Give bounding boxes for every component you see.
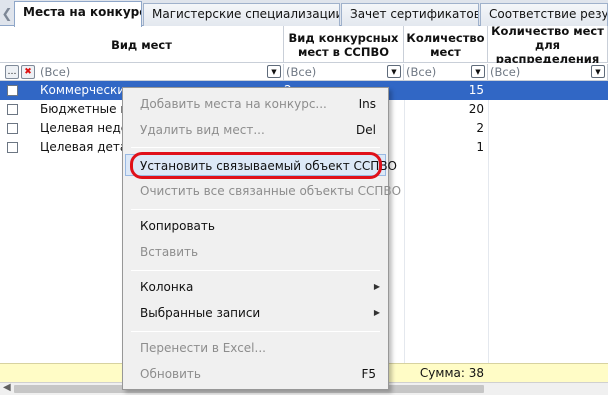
annotation-highlight — [130, 152, 382, 179]
menu-item-add-places[interactable]: Добавить места на конкурс... Ins — [125, 93, 386, 115]
row-kolichestvo: 1 — [476, 140, 484, 154]
chevron-down-icon[interactable]: ▼ — [267, 65, 281, 78]
menu-item-shortcut: Ins — [358, 97, 376, 111]
menu-item-copy[interactable]: Копировать — [125, 215, 386, 237]
menu-item-label: Выбранные записи — [140, 306, 261, 320]
row-kolichestvo: 20 — [468, 102, 484, 116]
menu-item-label: Вставить — [140, 245, 199, 259]
filter-kolichestvo[interactable]: (Все) ▼ — [404, 64, 488, 80]
menu-item-label: Колонка — [140, 280, 194, 294]
column-header-kolichestvo[interactable]: Количество мест — [404, 26, 488, 63]
menu-item-label: Копировать — [140, 219, 215, 233]
menu-separator — [131, 270, 380, 271]
submenu-arrow-icon: ▶ — [373, 308, 380, 317]
row-checkbox[interactable] — [7, 85, 18, 96]
sum-kolichestvo: Сумма: 38 — [419, 366, 484, 380]
filter-raspredelenie-value: (Все) — [490, 65, 521, 79]
column-header-konkurs-ssp[interactable]: Вид конкурсных мест в ССПВО — [284, 26, 404, 63]
filter-options-icon[interactable]: … — [5, 65, 19, 79]
submenu-arrow-icon: ▶ — [373, 282, 380, 291]
tab-magisterskie-specializacii[interactable]: Магистерские специализации — [143, 3, 340, 26]
filter-konkurs-ssp[interactable]: (Все) ▼ — [284, 64, 404, 80]
row-kolichestvo: 15 — [468, 83, 484, 97]
menu-item-label: Перенести в Excel... — [140, 341, 266, 355]
scroll-left-icon[interactable]: ◀ — [3, 382, 11, 393]
filter-raspredelenie[interactable]: (Все) ▼ — [488, 64, 608, 80]
chevron-down-icon[interactable]: ▼ — [387, 65, 401, 78]
menu-item-refresh[interactable]: Обновить F5 — [125, 363, 386, 385]
chevron-down-icon[interactable]: ▼ — [591, 65, 605, 78]
tab-strip: ❮ Места на конкурс Магистерские специали… — [0, 0, 608, 27]
menu-item-label: Обновить — [140, 367, 201, 381]
clear-filter-icon[interactable]: ✖ — [21, 65, 35, 79]
row-kolichestvo: 2 — [476, 121, 484, 135]
chevron-down-icon[interactable]: ▼ — [471, 65, 485, 78]
filter-vid-mest-value: (Все) — [40, 65, 71, 79]
row-checkbox[interactable] — [7, 142, 18, 153]
menu-item-column[interactable]: Колонка ▶ — [125, 276, 386, 298]
menu-separator — [131, 147, 380, 148]
menu-item-shortcut: F5 — [361, 367, 376, 381]
menu-item-label: Удалить вид мест... — [140, 123, 265, 137]
filter-vid-mest[interactable]: (Все) ▼ — [38, 64, 284, 80]
grid-header: Вид мест Вид конкурсных мест в ССПВО Кол… — [0, 24, 608, 66]
context-menu: Добавить места на конкурс... Ins Удалить… — [122, 87, 401, 390]
filter-kolichestvo-value: (Все) — [406, 65, 437, 79]
row-vid-mest: Коммерческие — [40, 83, 133, 97]
column-header-vid-mest[interactable]: Вид мест — [0, 26, 284, 63]
menu-separator — [131, 331, 380, 332]
tab-scroll-left-icon[interactable]: ❮ — [0, 3, 14, 25]
menu-item-shortcut: Del — [356, 123, 376, 137]
row-checkbox[interactable] — [7, 104, 18, 115]
tab-zachet-sertifikatov[interactable]: Зачет сертификатов — [341, 3, 479, 26]
menu-item-delete-type[interactable]: Удалить вид мест... Del — [125, 119, 386, 141]
filter-konkurs-ssp-value: (Все) — [286, 65, 317, 79]
menu-item-label: Добавить места на конкурс... — [140, 97, 327, 111]
tab-mesta-na-konkurs[interactable]: Места на конкурс — [14, 1, 142, 27]
menu-item-paste[interactable]: Вставить — [125, 241, 386, 263]
menu-item-label: Очистить все связанные объекты ССПВО — [140, 184, 402, 198]
menu-separator — [131, 209, 380, 210]
menu-item-clear-linked-objects[interactable]: Очистить все связанные объекты ССПВО — [125, 180, 401, 202]
menu-item-selected-records[interactable]: Выбранные записи ▶ — [125, 302, 386, 324]
filter-row: … ✖ (Все) ▼ (Все) ▼ (Все) ▼ (Все) ▼ — [0, 63, 608, 81]
column-header-raspredelenie[interactable]: Количество мест для распределения — [488, 24, 608, 66]
menu-item-export-excel[interactable]: Перенести в Excel... — [125, 337, 386, 359]
row-checkbox[interactable] — [7, 123, 18, 134]
